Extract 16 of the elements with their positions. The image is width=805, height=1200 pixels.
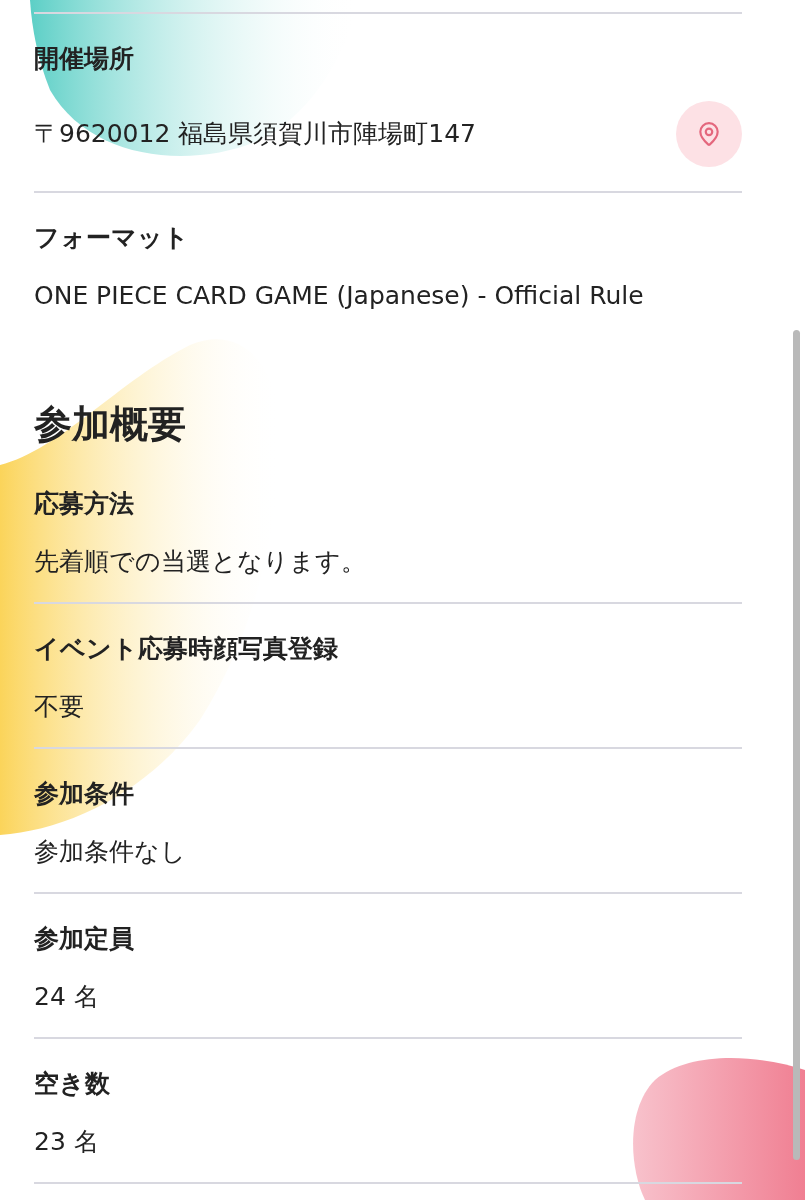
field-label: 空き数 (34, 1068, 111, 1100)
field-value: 参加条件なし (34, 836, 187, 868)
field-value: ONE PIECE CARD GAME (Japanese) - Official Rule (34, 280, 645, 312)
field-value: 不要 (34, 691, 85, 723)
field-label: 参加条件 (34, 778, 135, 810)
field-label: 参加定員 (34, 923, 135, 955)
field-label: イベント応募時顔写真登録 (34, 633, 339, 665)
map-pin-icon (696, 121, 722, 147)
section-title: 参加概要 (34, 401, 187, 448)
field-value: 〒9620012 福島県須賀川市陣場町147 (34, 118, 476, 150)
field-label: 応募方法 (34, 488, 135, 520)
field-value: 24 名 (34, 981, 100, 1013)
field-value: 23 名 (34, 1126, 100, 1158)
scrollbar[interactable] (793, 330, 800, 1160)
field-value: 先着順での当選となります。 (34, 546, 367, 578)
field-label: フォーマット (34, 222, 190, 254)
